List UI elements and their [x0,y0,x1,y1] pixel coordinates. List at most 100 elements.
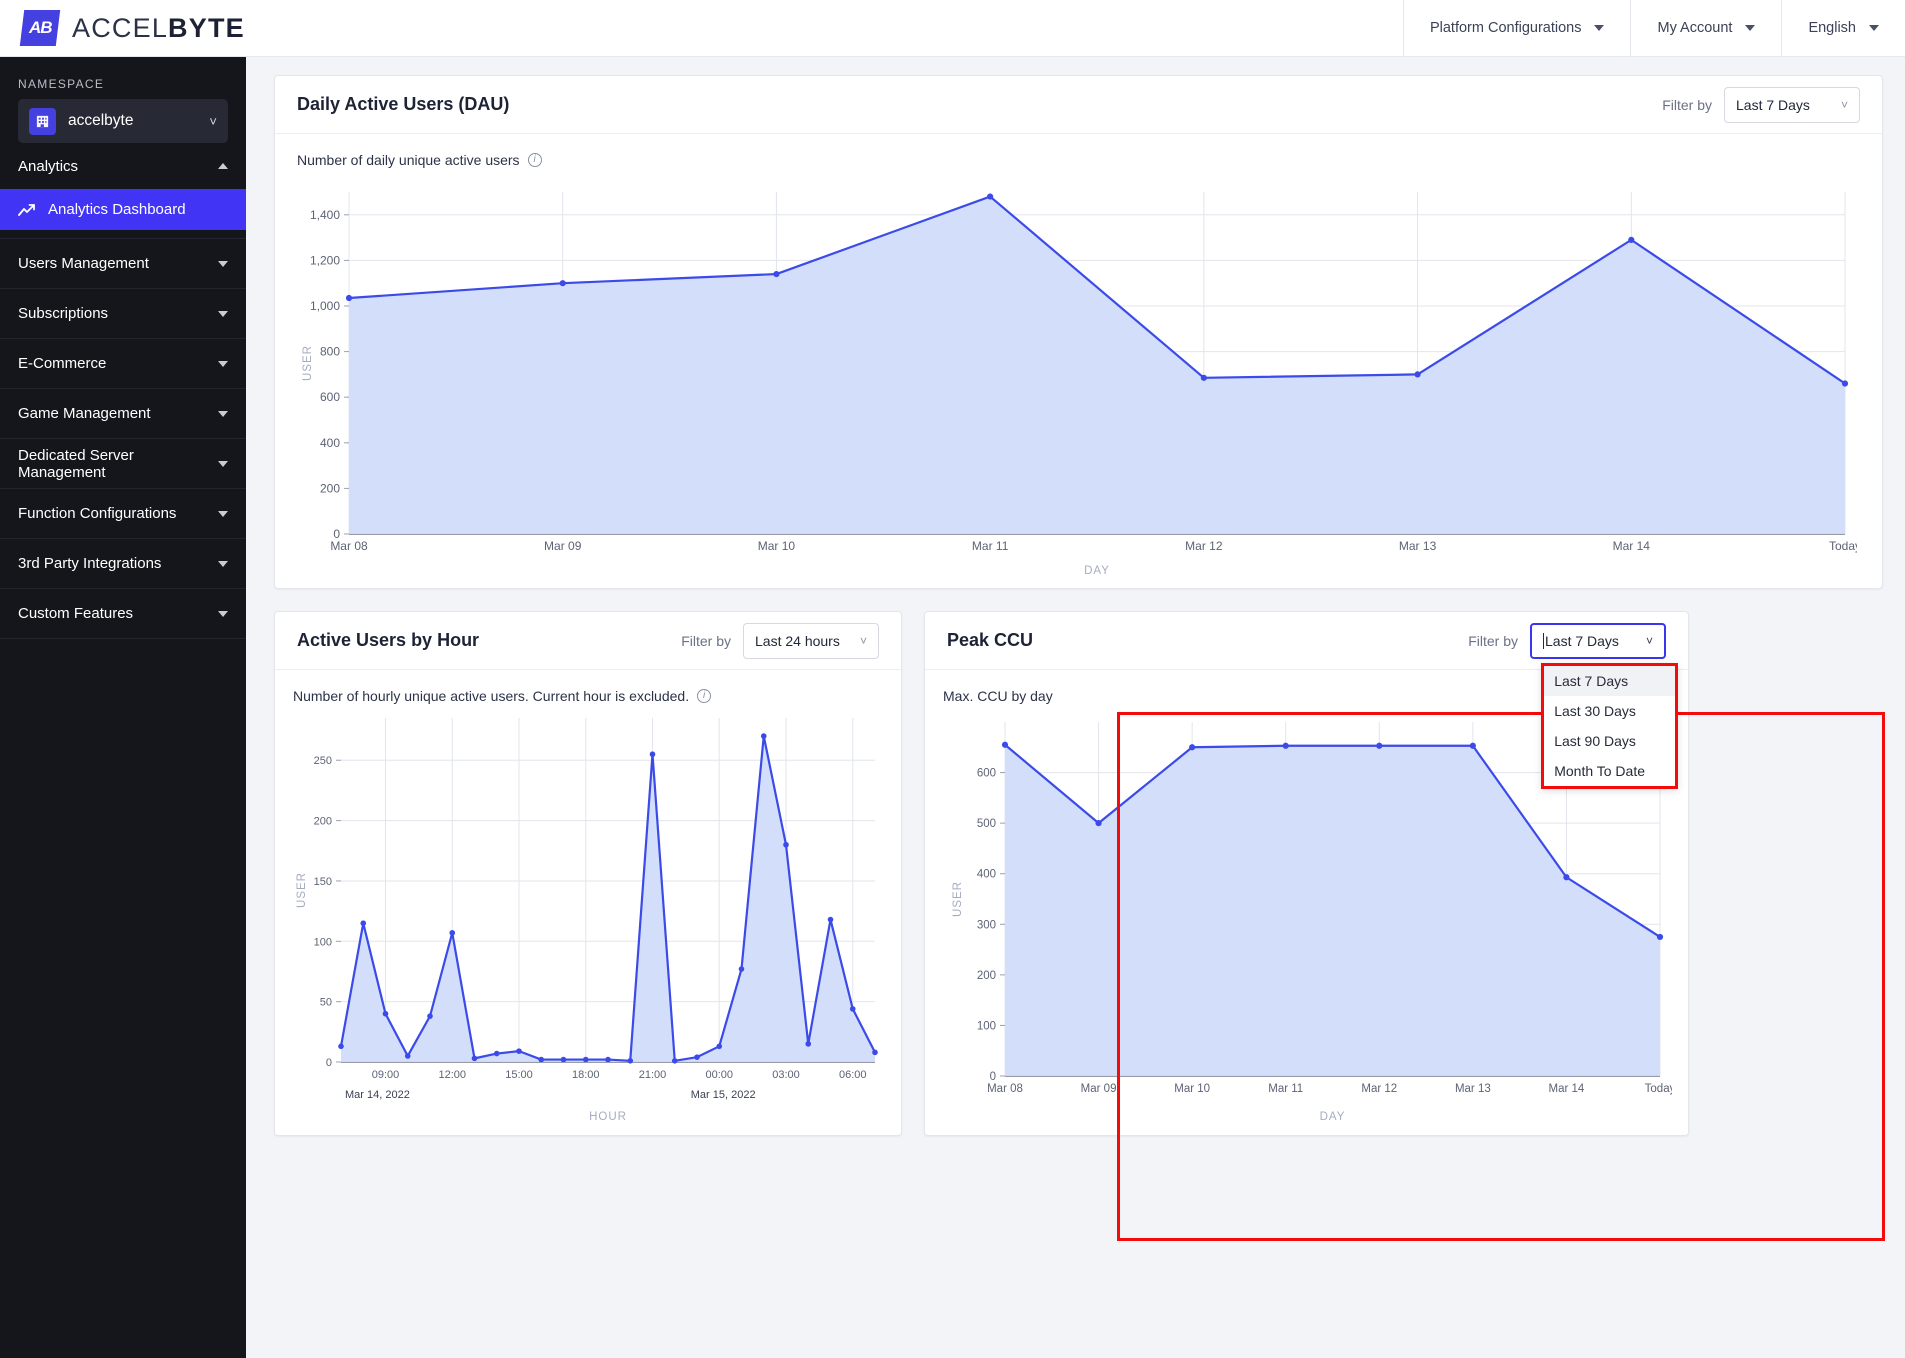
dau-card: Daily Active Users (DAU) Filter by Last … [274,75,1883,589]
svg-text:Today: Today [1829,539,1857,553]
sidebar-group-function-configurations-label: Function Configurations [18,505,177,522]
chevron-down-icon: ˅ [1645,633,1653,648]
chevron-up-icon [218,163,228,169]
hourly-filter: Filter by Last 24 hours ˅ [681,622,879,659]
chevron-down-icon [218,310,228,317]
nav-language[interactable]: English [1781,0,1905,57]
hourly-chart-note-text: Number of hourly unique active users. Cu… [293,688,690,704]
namespace-selector[interactable]: accelbyte ˅ [18,99,228,143]
svg-text:1,000: 1,000 [310,299,340,313]
sidebar-group-dedicated-server-management-label: Dedicated Server Management [18,446,134,481]
ccu-filter-option-last-90-days[interactable]: Last 90 Days [1544,726,1675,756]
dau-filter-select[interactable]: Last 7 Days ˅ [1724,86,1860,123]
ccu-filter-option-last-7-days-label: Last 7 Days [1554,672,1629,689]
main-content: Daily Active Users (DAU) Filter by Last … [246,57,1905,1358]
svg-text:800: 800 [320,345,340,359]
chevron-down-icon [218,360,228,367]
sidebar-group-e-commerce[interactable]: E-Commerce [0,339,246,389]
sidebar-group-game-management[interactable]: Game Management [0,389,246,439]
top-bar: AB ACCELBYTE Platform Configurations My … [0,0,1905,57]
brand-logo[interactable]: AB ACCELBYTE [0,10,245,46]
sidebar-section-analytics-label: Analytics [18,157,79,175]
sidebar-group-subscriptions-label: Subscriptions [18,305,109,322]
svg-text:1,200: 1,200 [310,253,340,267]
chevron-down-icon [218,410,228,417]
ccu-filter-option-last-7-days[interactable]: Last 7 Days [1544,665,1676,696]
dau-card-title: Daily Active Users (DAU) [297,94,510,114]
svg-text:Mar 13: Mar 13 [1399,539,1437,553]
hourly-filter-value: Last 24 hours [755,632,840,649]
ccu-filter-option-last-30-days-label: Last 30 Days [1554,702,1636,719]
sidebar-group-game-management-label: Game Management [18,405,151,422]
logo-mark-text: AB [28,18,52,37]
svg-text:250: 250 [314,755,332,767]
ccu-filter-option-last-90-days-label: Last 90 Days [1554,732,1636,749]
chevron-down-icon [218,510,228,517]
sidebar-group-e-commerce-label: E-Commerce [18,355,107,372]
sidebar-group-custom-features-label: Custom Features [18,605,134,622]
svg-text:Mar 12: Mar 12 [1185,539,1223,553]
svg-text:USER: USER [296,872,308,908]
svg-text:Mar 08: Mar 08 [987,1083,1023,1095]
hourly-chart-note: Number of hourly unique active users. Cu… [293,688,883,704]
svg-text:0: 0 [990,1071,996,1083]
sidebar-group-dedicated-server-management[interactable]: Dedicated Server Management [0,439,246,489]
sidebar-item-analytics-dashboard[interactable]: Analytics Dashboard [0,189,246,230]
svg-text:1,400: 1,400 [310,208,340,222]
svg-text:Mar 13: Mar 13 [1455,1083,1491,1095]
svg-text:Mar 08: Mar 08 [330,539,368,553]
sidebar-group-users-management[interactable]: Users Management [0,239,246,289]
sidebar-section-analytics[interactable]: Analytics [0,143,246,189]
ccu-filter-dropdown: Last 7 Days Last 30 Days Last 90 Days Mo… [1541,662,1679,789]
nav-language-label: English [1808,20,1856,36]
sidebar-group-custom-features[interactable]: Custom Features [0,589,246,639]
dau-filter-value: Last 7 Days [1736,96,1810,113]
info-icon[interactable]: i [697,689,712,703]
sidebar-group-3rd-party-integrations[interactable]: 3rd Party Integrations [0,539,246,589]
svg-text:Mar 09: Mar 09 [1081,1083,1117,1095]
ccu-filter-option-month-to-date-label: Month To Date [1554,762,1645,779]
hourly-filter-label: Filter by [681,632,731,649]
svg-text:200: 200 [314,816,332,828]
svg-text:Mar 11: Mar 11 [972,539,1009,553]
dau-chart: 02004006008001,0001,2001,400Mar 08 Mar 09… [302,192,1861,577]
dau-chart-note: Number of daily unique active users i [297,152,1860,168]
ccu-card: Peak CCU Filter by Last 7 Days ˅ Last 7 … [924,611,1689,1136]
sidebar-group-users-management-label: Users Management [18,255,149,272]
building-icon [29,107,56,135]
ccu-card-title: Peak CCU [947,630,1034,650]
sidebar-divider [0,230,246,239]
svg-text:300: 300 [977,919,996,931]
ccu-filter-option-month-to-date[interactable]: Month To Date [1544,756,1675,786]
dau-filter-label: Filter by [1662,96,1712,113]
svg-text:03:00: 03:00 [772,1069,800,1081]
info-icon[interactable]: i [527,153,542,167]
hourly-filter-select[interactable]: Last 24 hours ˅ [743,622,879,659]
svg-text:HOUR: HOUR [589,1111,627,1123]
sidebar-item-analytics-dashboard-label: Analytics Dashboard [48,201,186,218]
svg-text:600: 600 [977,768,996,780]
svg-text:06:00: 06:00 [839,1069,867,1081]
nav-my-account[interactable]: My Account [1630,0,1781,57]
ccu-filter-select[interactable]: Last 7 Days ˅ [1530,622,1666,659]
svg-text:400: 400 [977,869,996,881]
chevron-down-icon: ˅ [209,113,217,129]
chevron-down-icon: ˅ [859,633,867,648]
svg-text:USER: USER [302,345,314,381]
sidebar: NAMESPACE accelbyte ˅ Analytics Analytic… [0,57,246,1358]
ccu-filter-label: Filter by [1468,632,1518,649]
brand-wordmark: ACCELBYTE [72,13,245,44]
sidebar-nav: Analytics Analytics Dashboard Users Mana… [0,143,246,639]
sidebar-group-subscriptions[interactable]: Subscriptions [0,289,246,339]
svg-text:18:00: 18:00 [572,1069,600,1081]
trending-up-icon [18,203,36,217]
svg-text:DAY: DAY [1084,565,1110,577]
dau-filter: Filter by Last 7 Days ˅ [1662,86,1860,123]
chevron-down-icon [218,610,228,617]
ccu-filter-option-last-30-days[interactable]: Last 30 Days [1544,696,1675,726]
nav-platform-configurations[interactable]: Platform Configurations [1402,0,1631,57]
sidebar-group-function-configurations[interactable]: Function Configurations [0,489,246,539]
svg-text:21:00: 21:00 [639,1069,667,1081]
svg-text:100: 100 [977,1020,996,1032]
chevron-down-icon: ˅ [1840,97,1848,112]
